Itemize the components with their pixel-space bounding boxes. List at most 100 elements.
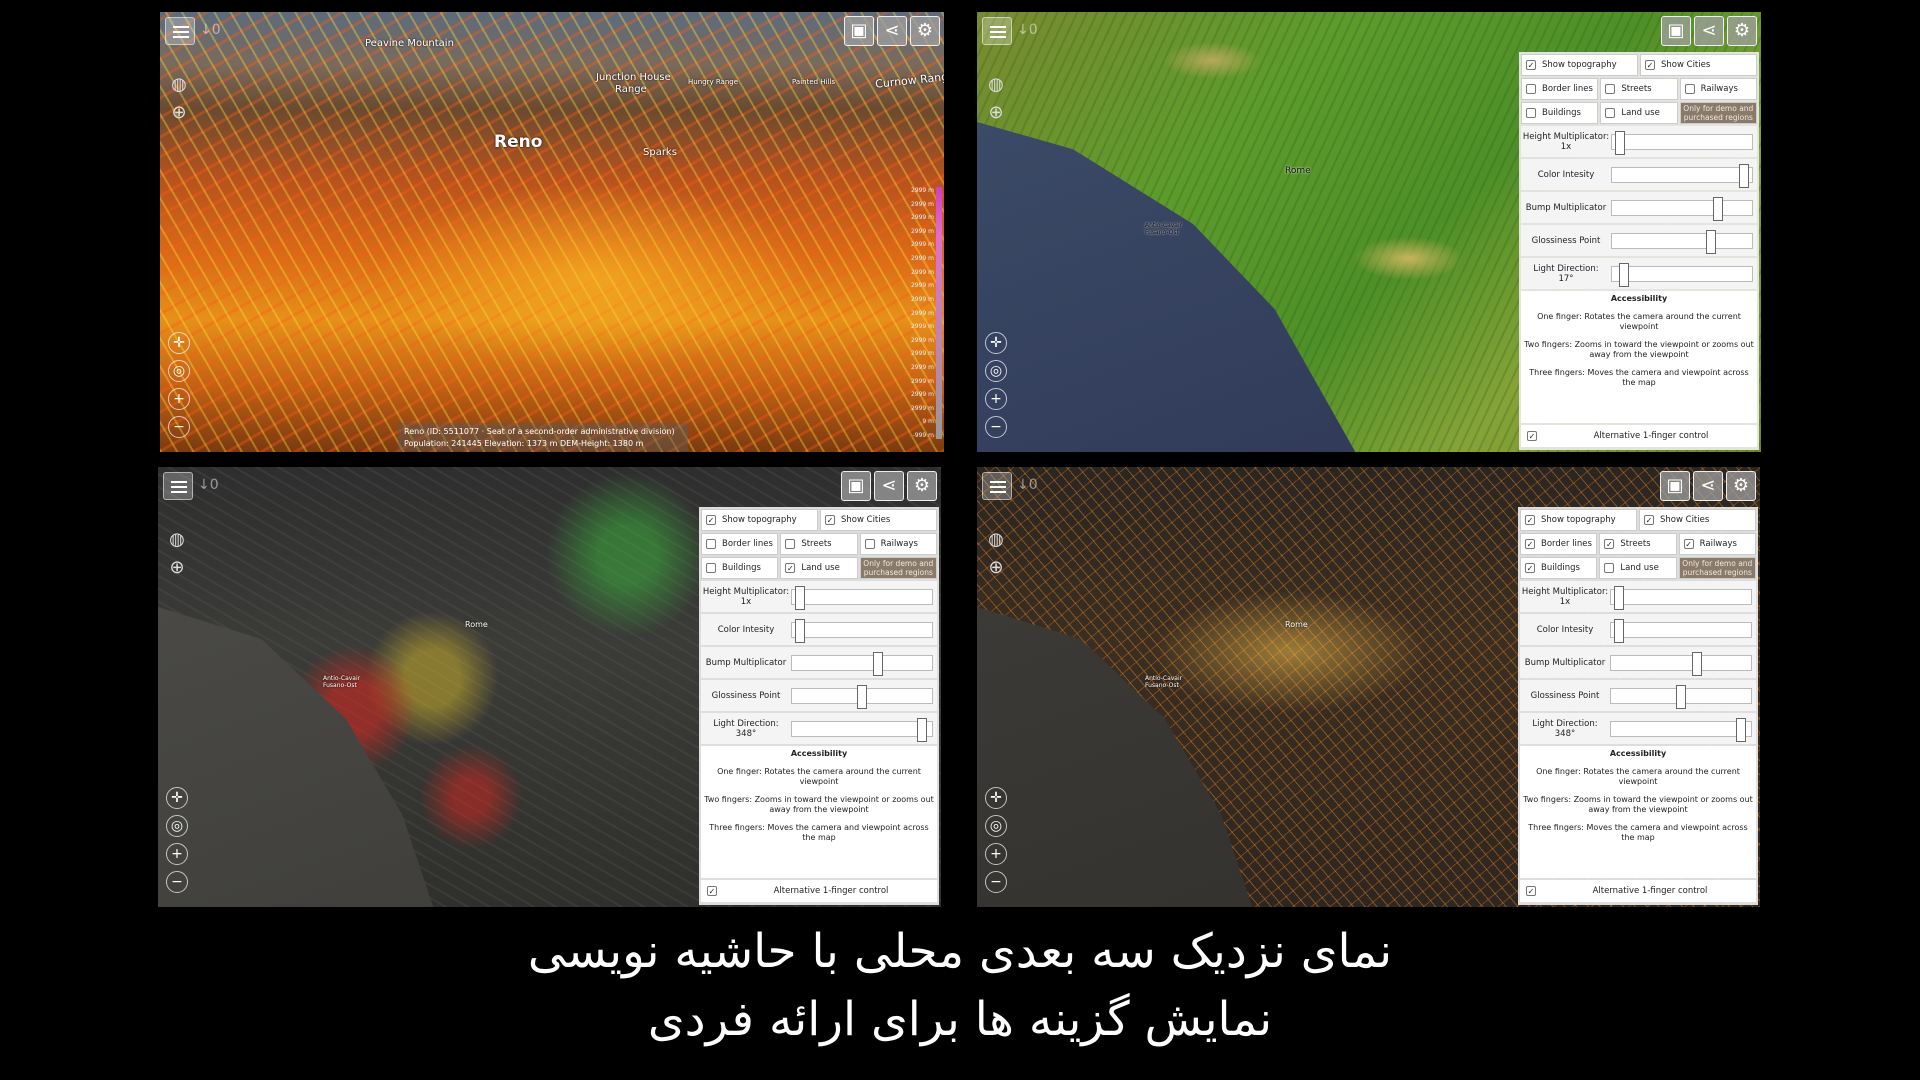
railways-checkbox[interactable]: Railways <box>1679 78 1757 100</box>
border-lines-checkbox[interactable]: Border lines <box>1521 78 1599 100</box>
rotate-icon[interactable]: ◎ <box>985 360 1007 382</box>
color-intensity-slider[interactable] <box>1610 618 1752 643</box>
show-cities-checkbox[interactable]: ✓ Show Cities <box>1639 509 1756 531</box>
checkbox[interactable]: ✓ <box>1525 563 1535 573</box>
map-view-rome-landuse[interactable]: Rome Antio-Cavair Fusano-Ost ↓0 ▣ ⋖ ⚙ ◍ … <box>158 467 941 907</box>
alternative-control-checkbox[interactable]: ✓ Alternative 1-finger control <box>1520 880 1756 902</box>
globe-icon[interactable]: ◍ <box>985 529 1007 551</box>
pan-icon[interactable]: ✛ <box>168 332 190 354</box>
bump-slider[interactable] <box>1610 651 1752 676</box>
slider-handle[interactable] <box>916 717 927 742</box>
alternative-control-checkbox[interactable]: ✓ Alternative 1-finger control <box>701 880 937 902</box>
show-topography-checkbox[interactable]: ✓ Show topography <box>701 509 818 531</box>
menu-icon[interactable] <box>165 17 195 45</box>
checkbox[interactable]: ✓ <box>825 515 835 525</box>
show-cities-checkbox[interactable]: ✓ Show Cities <box>1640 54 1757 76</box>
zoom-out-icon[interactable]: − <box>985 871 1007 893</box>
checkbox[interactable]: ✓ <box>1525 539 1535 549</box>
land-use-checkbox[interactable]: Land use <box>1600 102 1678 124</box>
height-slider[interactable] <box>1610 585 1752 610</box>
image-icon[interactable]: ▣ <box>844 16 874 46</box>
checkbox[interactable]: ✓ <box>707 886 717 896</box>
map-view-rome-streets[interactable]: Rome Antio-Cavair Fusano-Ost ↓0 ▣ ⋖ ⚙ ◍ … <box>977 467 1760 907</box>
zoom-out-icon[interactable]: − <box>168 416 190 438</box>
slider-handle[interactable] <box>1705 229 1716 254</box>
checkbox[interactable]: ✓ <box>1604 539 1615 549</box>
railways-checkbox[interactable]: Railways <box>859 533 937 555</box>
slider-handle[interactable] <box>872 651 883 676</box>
glossiness-slider[interactable] <box>791 684 933 709</box>
checkbox[interactable]: ✓ <box>1683 539 1694 549</box>
checkbox[interactable] <box>1526 108 1536 118</box>
share-icon[interactable]: ⋖ <box>877 16 907 46</box>
slider-handle[interactable] <box>1739 163 1750 188</box>
rotate-icon[interactable]: ◎ <box>166 815 188 837</box>
border-lines-checkbox[interactable]: Border lines <box>701 533 779 555</box>
show-cities-checkbox[interactable]: ✓ Show Cities <box>820 509 937 531</box>
color-intensity-slider[interactable] <box>791 618 933 643</box>
city-label-reno[interactable]: Reno <box>494 132 542 152</box>
zoom-in-icon[interactable]: + <box>168 388 190 410</box>
checkbox[interactable]: ✓ <box>785 563 796 573</box>
checkbox[interactable]: ✓ <box>1526 60 1536 70</box>
streets-checkbox[interactable]: ✓ Streets <box>1599 533 1677 555</box>
checkbox[interactable] <box>1604 563 1615 573</box>
show-topography-checkbox[interactable]: ✓ Show topography <box>1520 509 1637 531</box>
wireframe-globe-icon[interactable]: ⊕ <box>985 102 1007 124</box>
buildings-checkbox[interactable]: ✓ Buildings <box>1520 557 1598 579</box>
zoom-out-icon[interactable]: − <box>166 871 188 893</box>
globe-icon[interactable]: ◍ <box>985 74 1007 96</box>
rotate-icon[interactable]: ◎ <box>168 360 190 382</box>
city-label-rome[interactable]: Rome <box>1285 620 1308 629</box>
streets-checkbox[interactable]: Streets <box>1600 78 1678 100</box>
checkbox[interactable]: ✓ <box>706 515 716 525</box>
light-direction-slider[interactable] <box>791 717 933 742</box>
show-topography-checkbox[interactable]: ✓ Show topography <box>1521 54 1638 76</box>
share-icon[interactable]: ⋖ <box>1694 16 1724 46</box>
image-icon[interactable]: ▣ <box>1660 471 1690 501</box>
image-icon[interactable]: ▣ <box>841 471 871 501</box>
bump-slider[interactable] <box>1611 196 1753 221</box>
alternative-control-checkbox[interactable]: ✓ Alternative 1-finger control <box>1521 425 1757 447</box>
slider-handle[interactable] <box>1691 651 1702 676</box>
share-icon[interactable]: ⋖ <box>874 471 904 501</box>
checkbox[interactable]: ✓ <box>1526 886 1536 896</box>
light-direction-slider[interactable] <box>1611 262 1753 287</box>
buildings-checkbox[interactable]: Buildings <box>701 557 779 579</box>
pan-icon[interactable]: ✛ <box>985 332 1007 354</box>
menu-icon[interactable] <box>982 472 1012 500</box>
checkbox[interactable] <box>1605 108 1616 118</box>
map-view-reno[interactable]: ↓0 ▣ ⋖ ⚙ ◍ ⊕ ✛ ◎ + − Peavine Mountain Ju… <box>160 12 944 452</box>
color-intensity-slider[interactable] <box>1611 163 1753 188</box>
slider-handle[interactable] <box>1613 585 1624 610</box>
city-label-rome[interactable]: Rome <box>1285 166 1311 176</box>
slider-handle[interactable] <box>1713 196 1724 221</box>
slider-handle[interactable] <box>1676 684 1686 709</box>
border-lines-checkbox[interactable]: ✓ Border lines <box>1520 533 1598 555</box>
railways-checkbox[interactable]: ✓ Railways <box>1678 533 1756 555</box>
glossiness-slider[interactable] <box>1610 684 1752 709</box>
checkbox[interactable]: ✓ <box>1645 60 1655 70</box>
slider-handle[interactable] <box>794 585 805 610</box>
gear-icon[interactable]: ⚙ <box>1727 16 1757 46</box>
checkbox[interactable]: ✓ <box>1644 515 1654 525</box>
height-slider[interactable] <box>791 585 933 610</box>
slider-handle[interactable] <box>1613 618 1624 643</box>
checkbox[interactable] <box>706 539 716 549</box>
city-label-sparks[interactable]: Sparks <box>643 147 677 158</box>
checkbox[interactable] <box>1605 84 1616 94</box>
buildings-checkbox[interactable]: Buildings <box>1521 102 1599 124</box>
land-use-checkbox[interactable]: Land use <box>1599 557 1677 579</box>
light-direction-slider[interactable] <box>1610 717 1752 742</box>
menu-icon[interactable] <box>163 472 193 500</box>
city-label-rome[interactable]: Rome <box>465 620 488 629</box>
checkbox[interactable] <box>706 563 716 573</box>
map-view-rome-topography[interactable]: Rome Antio-Cavair Fusano-Ost ↓0 ▣ ⋖ ⚙ ◍ … <box>977 12 1761 452</box>
slider-handle[interactable] <box>1618 262 1629 287</box>
zoom-in-icon[interactable]: + <box>985 388 1007 410</box>
bump-slider[interactable] <box>791 651 933 676</box>
streets-checkbox[interactable]: Streets <box>780 533 858 555</box>
checkbox[interactable] <box>1684 84 1695 94</box>
zoom-in-icon[interactable]: + <box>985 843 1007 865</box>
menu-icon[interactable] <box>982 17 1012 45</box>
